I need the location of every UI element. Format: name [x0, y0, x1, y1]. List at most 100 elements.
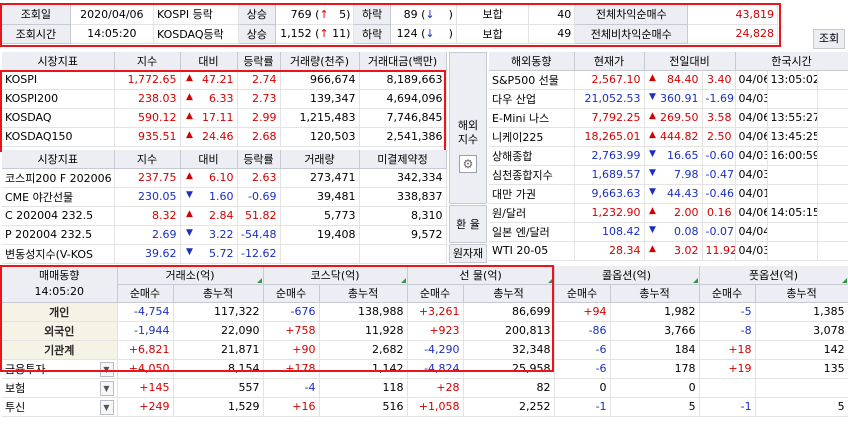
settings-gear-icon[interactable]: ⚙ [459, 155, 477, 173]
table-row[interactable]: KOSDAQ 590.12 ▲ 17.11 2.99 1,215,483 7,746,845 [2, 108, 447, 128]
cumulative-value: 11,928 [319, 321, 408, 341]
table-row[interactable]: 금융투자 ▼ +4,050 8,154 +178 1,142 -4,824 25,958 -6 1… [2, 359, 848, 379]
overseas-price: 1,232.90 [574, 203, 645, 223]
overseas-blank [817, 241, 848, 261]
table-row[interactable]: KOSDAQ150 935.51 ▲ 24.46 2.68 120,503 2,541,38… [2, 127, 447, 147]
net-buy-value: +90 [263, 340, 320, 360]
table-row[interactable]: 니케이22518,265.01▲444.822.5004/0613:45:25 [489, 127, 848, 147]
cumulative-value: 142 [755, 340, 848, 360]
up-triangle-icon: ▲ [186, 73, 193, 83]
table-row[interactable]: S&P500 선물2,567.10▲84.403.4004/0613:05:02 [489, 70, 848, 90]
index-amount: 7,746,845 [359, 108, 447, 128]
overseas-change: ▼ 0.08 [644, 222, 703, 242]
sub-header-net: 순매수 [117, 284, 174, 303]
overseas-blank [817, 203, 848, 223]
query-time-label: 조회시간 [2, 24, 71, 44]
table-row[interactable]: E-Mini 나스7,792.25▲269.503.5804/0613:55:2… [489, 108, 848, 128]
sub-header-total: 총누적 [610, 284, 700, 303]
chevron-down-icon[interactable]: ▼ [99, 361, 114, 377]
overseas-name: 상해종합 [489, 146, 575, 166]
up-triangle-icon: ▲ [649, 73, 656, 83]
query-time-field[interactable]: 14:05:20 [70, 24, 154, 44]
overseas-rate: -1.69 [702, 89, 736, 109]
deriv-volume: 39,481 [280, 187, 360, 207]
kospi-flat: 보합 [456, 5, 530, 25]
sub-header-total: 총누적 [755, 284, 848, 303]
net-buy-value: +18 [699, 340, 756, 360]
investor-name-cell[interactable]: 보험 ▼ [2, 378, 118, 398]
col-header: 거래량 [280, 150, 360, 169]
table-row[interactable]: KOSPI 1,772.65 ▲ 47.21 2.74 966,674 8,189,663 [2, 70, 447, 90]
net-buy-value: -4,754 [117, 302, 174, 322]
table-row[interactable]: C 202004 232.5 8.32 ▲ 2.84 51.82 5,773 8,310 [2, 206, 447, 226]
kosdaq-label: KOSDAQ등락 [153, 24, 240, 44]
table-row[interactable]: 다우 산업21,052.53▼360.91-1.6904/03 [489, 89, 848, 109]
chevron-down-icon[interactable]: ▼ [99, 380, 114, 396]
chevron-down-icon[interactable]: ▼ [99, 399, 114, 415]
cumulative-value: 557 [173, 378, 264, 398]
investor-name-cell[interactable]: 투신 ▼ [2, 397, 118, 417]
up-triangle-icon: ▲ [649, 111, 656, 121]
query-date-field[interactable]: 2020/04/06 [70, 5, 154, 25]
index-name: KOSDAQ [2, 108, 115, 128]
net-buy-value: 0 [554, 378, 611, 398]
corner-mark-icon [841, 277, 847, 283]
overseas-date: 04/03 [735, 241, 768, 261]
table-row[interactable]: WTI 20-0528.34▲3.0211.9204/03 [489, 241, 848, 261]
overseas-name: 심천종합지수 [489, 165, 575, 185]
sub-header-net: 순매수 [407, 284, 464, 303]
table-row[interactable]: 대만 가권9,663.63▼44.43-0.4604/01 [489, 184, 848, 204]
table-row[interactable]: KOSPI200 238.03 ▲ 6.33 2.73 139,347 4,694,096 [2, 89, 447, 109]
investor-title-cell: 매매동향 14:05:20 [2, 266, 118, 303]
table-row[interactable]: 코스피200 F 202006 237.75 ▲ 6.10 2.63 273,471 342… [2, 168, 447, 188]
index-amount: 2,541,386 [359, 127, 447, 147]
arb-net-value: 43,819 [687, 5, 778, 25]
overseas-name: 일본 엔/달러 [489, 222, 575, 242]
table-row[interactable]: P 202004 232.5 2.69 ▼ 3.22 -54.48 19,408 9,572 [2, 225, 447, 245]
deriv-change: ▼ 5.72 [180, 244, 238, 264]
overseas-rate: -0.46 [702, 184, 736, 204]
cumulative-value: 2,682 [319, 340, 408, 360]
table-row[interactable]: 원/달러1,232.90▲2.000.1604/0614:05:15 [489, 203, 848, 223]
sub-header-net: 순매수 [554, 284, 611, 303]
investor-name-cell[interactable]: 금융투자 ▼ [2, 359, 118, 379]
col-header: 지수 [114, 150, 181, 169]
table-row[interactable]: 보험 ▼ +145 557 -4 118 +28 82 0 0 [2, 378, 848, 398]
query-button[interactable]: 조회 [813, 29, 845, 49]
table-row[interactable]: 심천종합지수1,689.57▼7.98-0.4704/03 [489, 165, 848, 185]
overseas-rate: 3.40 [702, 70, 736, 90]
cumulative-value: 138,988 [319, 302, 408, 322]
up-arrow-icon: ↑ [319, 7, 329, 21]
net-buy-value [699, 378, 756, 398]
cumulative-value: 1,982 [610, 302, 700, 322]
index-rate: 2.73 [237, 89, 281, 109]
group-header: 선 물(억) [407, 266, 555, 285]
overseas-date: 04/03 [735, 89, 768, 109]
overseas-name: 원/달러 [489, 203, 575, 223]
down-triangle-icon: ▼ [649, 225, 656, 235]
index-amount: 8,189,663 [359, 70, 447, 90]
table-row[interactable]: 일본 엔/달러108.42▼0.08-0.0704/04 [489, 222, 848, 242]
net-buy-value: +16 [263, 397, 320, 417]
table-row[interactable]: 외국인 -1,944 22,090 +758 11,928 +923 200,813 -86 3… [2, 321, 848, 341]
table-row[interactable]: CME 야간선물 230.05 ▼ 1.60 -0.69 39,481 338,837 [2, 187, 447, 207]
deriv-rate: -0.69 [237, 187, 281, 207]
index-volume: 120,503 [280, 127, 360, 147]
table-row[interactable]: 변동성지수(V-KOS 39.62 ▼ 5.72 -12.62 [2, 244, 447, 264]
table-row[interactable]: 기관계 +6,821 21,871 +90 2,682 -4,290 32,348 -6 184… [2, 340, 848, 360]
corner-mark-icon [692, 277, 698, 283]
overseas-time [767, 241, 818, 261]
table-row[interactable]: 상해종합2,763.99▼16.65-0.6004/0316:00:59 [489, 146, 848, 166]
overseas-index-side: 해외 지수 ⚙ [449, 52, 487, 204]
market-summary: 조회일 2020/04/06 KOSPI 등락 상승 769 (↑ 5) 하락 … [2, 5, 778, 44]
cumulative-value: 5 [755, 397, 848, 417]
deriv-open-interest [359, 244, 447, 264]
table-row[interactable]: 개인 -4,754 117,322 -676 138,988 +3,261 86,699 +9… [2, 302, 848, 322]
down-arrow-icon: ↓ [425, 27, 435, 40]
deriv-name: P 202004 232.5 [2, 225, 115, 245]
table-row[interactable]: 투신 ▼ +249 1,529 +16 516 +1,058 2,252 -1 5 -1 5 [2, 397, 848, 417]
sub-header-net: 순매수 [263, 284, 320, 303]
net-buy-value: -6 [554, 359, 611, 379]
deriv-rate: -12.62 [237, 244, 281, 264]
down-triangle-icon: ▼ [649, 92, 656, 102]
